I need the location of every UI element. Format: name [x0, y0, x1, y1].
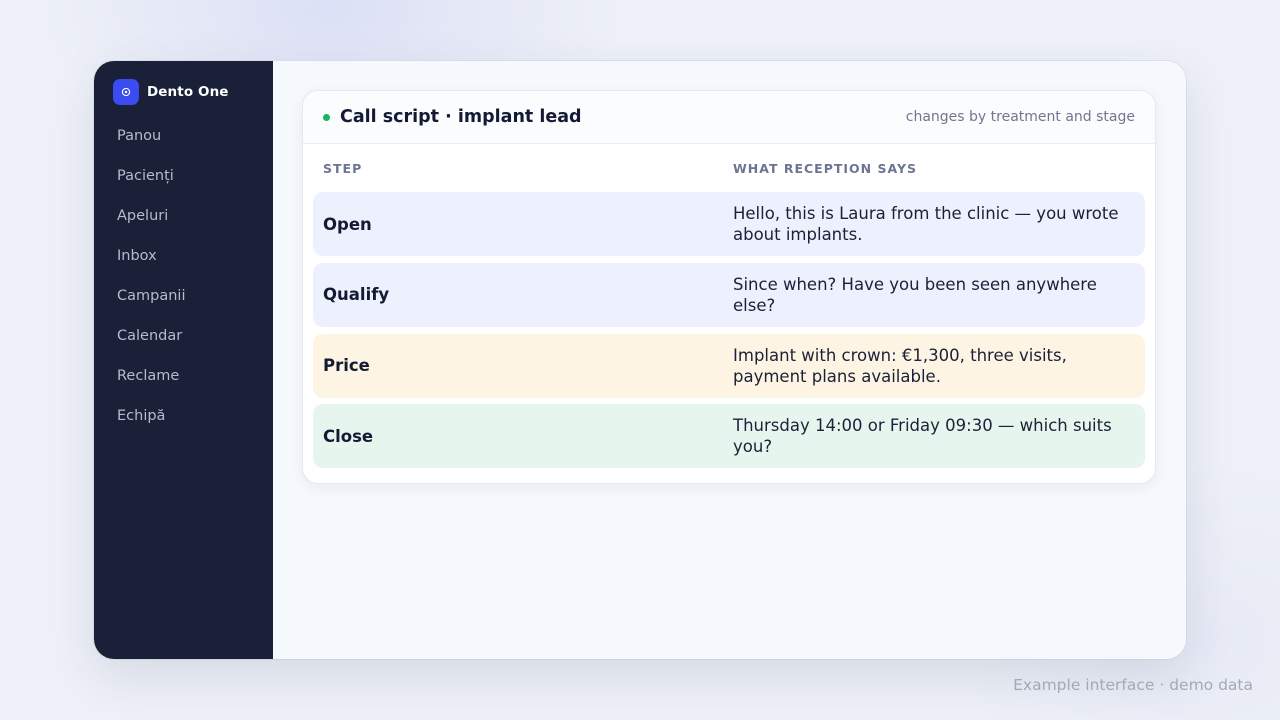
- call-script-card: Call script · implant lead changes by tr…: [302, 90, 1156, 484]
- table-row[interactable]: Qualify Since when? Have you been seen a…: [313, 262, 1145, 327]
- sidebar-item-calendar[interactable]: Calendar: [94, 316, 273, 356]
- step-script: Hello, this is Laura from the clinic — y…: [733, 204, 1119, 244]
- sidebar-item-echipa[interactable]: Echipă: [94, 396, 273, 436]
- column-header-step: STEP: [323, 160, 363, 176]
- main-content: Call script · implant lead changes by tr…: [273, 61, 1186, 659]
- sidebar: Dento One Panou Pacienți Apeluri Inbox C…: [94, 61, 273, 659]
- status-dot-icon: [323, 113, 330, 121]
- sidebar-item-apeluri[interactable]: Apeluri: [94, 196, 273, 236]
- card-title-group: Call script · implant lead: [323, 107, 582, 127]
- table-row[interactable]: Price Implant with crown: €1,300, three …: [313, 333, 1145, 398]
- step-label: Price: [323, 356, 370, 376]
- step-script: Thursday 14:00 or Friday 09:30 — which s…: [733, 416, 1112, 457]
- column-header-say: WHAT RECEPTION SAYS: [733, 160, 918, 176]
- sidebar-item-campanii[interactable]: Campanii: [94, 276, 273, 316]
- step-label: Qualify: [323, 285, 390, 305]
- step-label: Open: [323, 214, 372, 234]
- brand-name: Dento One: [147, 84, 229, 100]
- step-script: Implant with crown: €1,300, three visits…: [733, 345, 1067, 386]
- card-header: Call script · implant lead changes by tr…: [303, 91, 1155, 144]
- sidebar-item-reclame[interactable]: Reclame: [94, 356, 273, 396]
- table-header: STEP WHAT RECEPTION SAYS: [303, 144, 1155, 192]
- card-title: Call script · implant lead: [340, 107, 582, 127]
- step-script: Since when? Have you been seen anywhere …: [733, 274, 1097, 315]
- table-row[interactable]: Open Hello, this is Laura from the clini…: [313, 192, 1145, 256]
- sidebar-item-panou[interactable]: Panou: [94, 116, 273, 156]
- step-label: Close: [323, 426, 374, 446]
- sidebar-item-pacienti[interactable]: Pacienți: [94, 156, 273, 196]
- app-window: Dento One Panou Pacienți Apeluri Inbox C…: [94, 61, 1186, 659]
- card-subtitle: changes by treatment and stage: [905, 109, 1135, 125]
- brand[interactable]: Dento One: [94, 78, 273, 106]
- sidebar-item-inbox[interactable]: Inbox: [94, 236, 273, 276]
- script-rows: Open Hello, this is Laura from the clini…: [303, 192, 1155, 469]
- sidebar-nav: Panou Pacienți Apeluri Inbox Campanii Ca…: [94, 116, 273, 436]
- demo-footnote: Example interface · demo data: [1013, 676, 1253, 694]
- table-row[interactable]: Close Thursday 14:00 or Friday 09:30 — w…: [313, 404, 1145, 469]
- tooth-logo-icon: [113, 79, 139, 105]
